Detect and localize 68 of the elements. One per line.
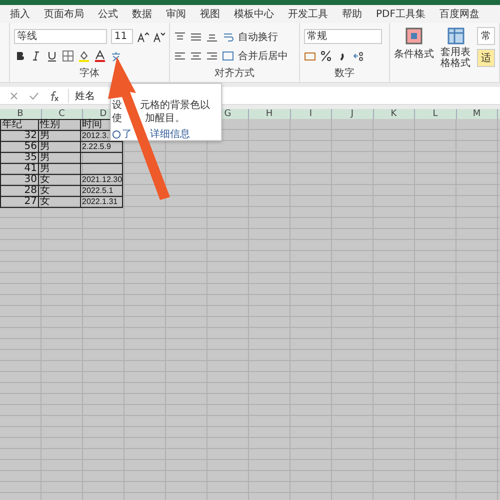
merge-center-button[interactable]: 合并后居中 bbox=[238, 48, 288, 62]
percent-icon[interactable] bbox=[320, 50, 332, 62]
learn-more-link[interactable]: 详细信息 bbox=[150, 129, 190, 140]
number-format-field[interactable]: 常规 bbox=[304, 29, 382, 44]
column-header[interactable]: C bbox=[42, 109, 83, 119]
align-center-icon[interactable] bbox=[190, 50, 202, 62]
ribbon-tab[interactable]: 模板中心 bbox=[234, 7, 274, 21]
group-label: 字体 bbox=[80, 66, 100, 80]
ribbon-tab[interactable]: 视图 bbox=[200, 7, 220, 21]
table-cell: 32 bbox=[0, 130, 39, 142]
ribbon-tab[interactable]: 页面布局 bbox=[44, 7, 84, 21]
align-right-icon[interactable] bbox=[206, 50, 218, 62]
help-icon bbox=[112, 130, 121, 139]
font-size-field[interactable]: 11 bbox=[111, 29, 133, 44]
table-cell: 2022.1.31 bbox=[80, 196, 123, 208]
cell-style[interactable]: 适 bbox=[477, 49, 495, 67]
ribbon-tab[interactable]: 百度网盘 bbox=[439, 7, 480, 21]
wrap-text-button[interactable]: 自动换行 bbox=[238, 30, 278, 44]
table-format-button[interactable]: 套用表格格式 bbox=[438, 47, 473, 69]
tooltip-text: 加醒目。 bbox=[145, 113, 185, 124]
align-left-icon[interactable] bbox=[174, 50, 186, 62]
learn-more-link[interactable]: 了 bbox=[122, 129, 132, 140]
increase-font-icon[interactable] bbox=[137, 30, 149, 42]
decimal-icon[interactable] bbox=[352, 50, 364, 62]
column-header[interactable]: B bbox=[0, 109, 42, 119]
ribbon-tab[interactable]: 公式 bbox=[98, 7, 118, 21]
align-top-icon[interactable] bbox=[174, 30, 186, 42]
tooltip-text: 设 bbox=[112, 100, 122, 111]
table-cell: 30 bbox=[0, 174, 39, 186]
conditional-format-button[interactable]: 条件格式 bbox=[394, 47, 434, 61]
function-icon[interactable] bbox=[48, 90, 60, 102]
phonetic-icon[interactable] bbox=[110, 50, 122, 62]
group-label: 对齐方式 bbox=[214, 66, 254, 80]
table-cell: 41 bbox=[0, 163, 39, 175]
fill-color-icon[interactable] bbox=[78, 50, 90, 62]
decrease-font-icon[interactable] bbox=[153, 30, 165, 42]
ribbon-tab[interactable]: 插入 bbox=[10, 7, 30, 21]
table-format-icon[interactable] bbox=[446, 27, 464, 45]
table-cell: 56 bbox=[0, 141, 39, 153]
ribbon-tab[interactable]: 审阅 bbox=[166, 7, 186, 21]
table-cell: 28 bbox=[0, 185, 39, 197]
tooltip-text: 元格的背景色以 bbox=[140, 100, 210, 111]
cell-style[interactable]: 常 bbox=[477, 27, 495, 45]
font-name-field[interactable]: 等线 bbox=[14, 29, 108, 44]
wrap-icon[interactable] bbox=[222, 30, 234, 42]
ribbon-tab[interactable]: PDF工具集 bbox=[376, 7, 426, 21]
table-cell: 2022.5.1 bbox=[80, 185, 123, 197]
ribbon-tab[interactable]: 帮助 bbox=[342, 7, 362, 21]
table-cell: 女 bbox=[38, 196, 81, 208]
border-icon[interactable] bbox=[62, 50, 74, 62]
table-cell: 35 bbox=[0, 152, 39, 164]
currency-icon[interactable] bbox=[304, 50, 316, 62]
font-color-icon[interactable] bbox=[94, 50, 106, 62]
underline-icon[interactable] bbox=[46, 50, 58, 62]
align-middle-icon[interactable] bbox=[190, 30, 202, 42]
table-cell: 性别 bbox=[38, 119, 81, 131]
bold-icon[interactable] bbox=[14, 50, 26, 62]
ribbon-tab[interactable]: 开发工具 bbox=[288, 7, 328, 21]
formula-field[interactable]: 姓名 bbox=[68, 88, 95, 102]
cancel-icon[interactable] bbox=[8, 90, 20, 102]
table-cell: 2021.12.30 bbox=[80, 174, 123, 186]
table-cell: 年纪 bbox=[0, 119, 39, 131]
ribbon-tab[interactable]: 数据 bbox=[132, 7, 152, 21]
table-cell: 27 bbox=[0, 196, 39, 208]
conditional-format-icon[interactable] bbox=[405, 27, 423, 45]
group-label: 数字 bbox=[334, 66, 354, 80]
merge-icon[interactable] bbox=[222, 50, 234, 62]
italic-icon[interactable] bbox=[30, 50, 42, 62]
